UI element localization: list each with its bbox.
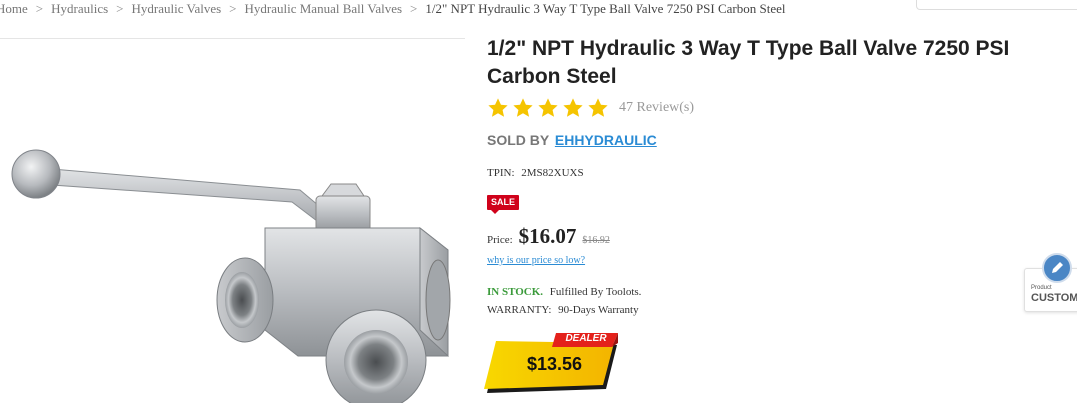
pencil-icon[interactable] xyxy=(1042,253,1072,283)
original-price: $16.92 xyxy=(582,235,610,246)
star-icon xyxy=(538,98,558,117)
customize-label: CUSTOM xyxy=(1031,292,1077,304)
price-label: Price: xyxy=(487,234,513,246)
product-rating: 47 Review(s) xyxy=(487,97,694,119)
breadcrumb-separator: > xyxy=(410,1,418,16)
product-image[interactable] xyxy=(0,60,470,403)
star-icon xyxy=(488,98,508,117)
fulfilled-by: Fulfilled By Toolots. xyxy=(549,286,642,298)
breadcrumb-separator: > xyxy=(116,1,124,16)
in-stock-label: IN STOCK. xyxy=(487,286,544,298)
customize-small-label: Product xyxy=(1031,285,1052,291)
tpin: TPIN: 2MS82XUXS xyxy=(487,167,584,179)
sale-badge: SALE xyxy=(487,195,520,214)
star-icon xyxy=(563,98,583,117)
reviews-link[interactable]: 47 Review(s) xyxy=(619,100,694,116)
price-explanation-link[interactable]: why is our price so low? xyxy=(487,255,585,266)
breadcrumb-home[interactable]: Home xyxy=(0,1,28,16)
dealer-label: DEALER xyxy=(565,333,607,344)
rating-stars xyxy=(487,97,609,119)
header-dropdown-box xyxy=(916,0,1077,10)
dealer-price: $13.56 xyxy=(526,354,583,374)
current-price: $16.07 xyxy=(518,224,577,248)
pencil-icon-glyph xyxy=(1052,262,1063,273)
breadcrumb-separator: > xyxy=(229,1,237,16)
warranty-value: 90-Days Warranty xyxy=(558,304,639,316)
divider xyxy=(0,38,465,39)
tpin-value: 2MS82XUXS xyxy=(521,167,584,179)
seller-link[interactable]: EHHYDRAULIC xyxy=(555,132,657,148)
breadcrumb-hydraulic-valves[interactable]: Hydraulic Valves xyxy=(132,1,222,16)
stock-status: IN STOCK. Fulfilled By Toolots. xyxy=(487,286,641,298)
warranty-label: WARRANTY: xyxy=(487,304,552,316)
star-icon xyxy=(513,98,533,117)
sold-by-label: SOLD BY xyxy=(487,132,549,148)
product-title: 1/2" NPT Hydraulic 3 Way T Type Ball Val… xyxy=(487,37,1010,88)
tpin-label: TPIN: xyxy=(487,167,515,179)
breadcrumb-current: 1/2" NPT Hydraulic 3 Way T Type Ball Val… xyxy=(425,1,786,16)
breadcrumb-hydraulics[interactable]: Hydraulics xyxy=(51,1,108,16)
price-row: Price: $16.07 $16.92 xyxy=(487,224,610,249)
breadcrumb-manual-ball-valves[interactable]: Hydraulic Manual Ball Valves xyxy=(245,1,403,16)
star-icon xyxy=(588,98,608,117)
sold-by: SOLD BY EHHYDRAULIC xyxy=(487,132,657,148)
warranty: WARRANTY: 90-Days Warranty xyxy=(487,304,639,316)
breadcrumb: Home > Hydraulics > Hydraulic Valves > Hydraul… xyxy=(0,1,786,17)
breadcrumb-separator: > xyxy=(35,1,44,16)
